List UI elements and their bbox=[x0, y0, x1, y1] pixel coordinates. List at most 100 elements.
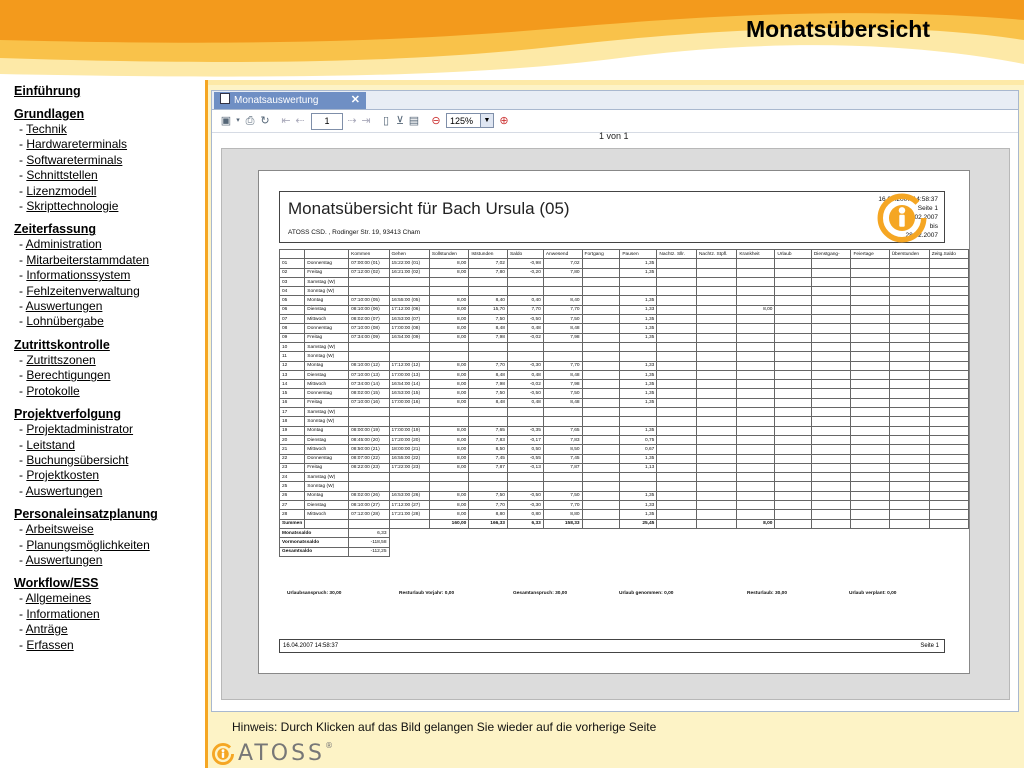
table-cell: 7,70 bbox=[542, 360, 583, 371]
nav-link-auswertungen[interactable]: Auswertungen bbox=[26, 553, 103, 567]
nav-section-personaleinsatzplanung[interactable]: Personaleinsatzplanung bbox=[14, 507, 204, 522]
nav-link-projektkosten[interactable]: Projektkosten bbox=[26, 468, 99, 482]
next-page-icon[interactable]: ⇢ bbox=[346, 115, 358, 127]
first-page-icon[interactable]: ⇤ bbox=[280, 115, 292, 127]
export-icon[interactable]: ⊻ bbox=[394, 115, 406, 127]
page-number-input[interactable]: 1 bbox=[311, 113, 343, 130]
sum-cell bbox=[656, 518, 697, 529]
table-cell bbox=[888, 397, 930, 409]
table-cell: Dienstag bbox=[304, 304, 350, 316]
nav-section-einfuehrung[interactable]: Einführung bbox=[14, 84, 204, 99]
nav-link-zutrittszonen[interactable]: Zutrittszonen bbox=[26, 353, 95, 367]
table-cell: 1,35 bbox=[619, 323, 658, 334]
table-cell bbox=[774, 314, 812, 325]
table-cell: 7,98 bbox=[468, 379, 508, 390]
nav-section-zeiterfassung[interactable]: Zeiterfassung bbox=[14, 222, 204, 237]
table-cell: 8,00 bbox=[736, 304, 776, 316]
nav-link-protokolle[interactable]: Protokolle bbox=[26, 384, 79, 398]
table-cell bbox=[888, 267, 930, 278]
footer-date: 16.04.2007 14:58:37 bbox=[283, 643, 339, 649]
zoom-select[interactable]: 125% ▼ bbox=[446, 113, 494, 128]
layout-icon[interactable]: ▤ bbox=[408, 115, 420, 127]
nav-link-schnittstellen[interactable]: Schnittstellen bbox=[26, 168, 97, 182]
nav-link-auswertungen[interactable]: Auswertungen bbox=[26, 299, 103, 313]
table-cell bbox=[774, 323, 812, 334]
nav-section-workflow-ess[interactable]: Workflow/ESS bbox=[14, 576, 204, 591]
save-icon[interactable]: ▣ bbox=[220, 115, 232, 127]
table-cell bbox=[810, 397, 852, 409]
table-cell: 8,48 bbox=[542, 369, 583, 381]
nav-link-allgemeines[interactable]: Allgemeines bbox=[26, 591, 91, 605]
table-cell bbox=[581, 295, 621, 306]
table-cell bbox=[810, 360, 852, 371]
table-cell: 1,35 bbox=[619, 332, 658, 343]
report-company: ATOSS CSD. , Rodinger Str. 19, 93413 Cha… bbox=[288, 229, 420, 236]
nav-link-informationssystem[interactable]: Informationssystem bbox=[26, 268, 130, 282]
nav-link-antraege[interactable]: Anträge bbox=[26, 622, 68, 636]
saldo-row: Vormonatssaldo -118,58 bbox=[278, 537, 969, 548]
table-cell bbox=[928, 360, 970, 371]
nav-item-auswertungen: - Auswertungen bbox=[14, 484, 204, 499]
table-cell: 16:53:00 (26) bbox=[388, 490, 430, 502]
print-icon[interactable]: ⎙ bbox=[244, 115, 256, 127]
table-cell bbox=[695, 323, 738, 334]
zoom-in-icon[interactable]: ⊕ bbox=[498, 115, 510, 127]
nav-link-skripttechnologie[interactable]: Skripttechnologie bbox=[26, 199, 118, 213]
table-cell: 15,70 bbox=[468, 304, 508, 316]
nav-link-fehlzeitenverwaltung[interactable]: Fehlzeitenverwaltung bbox=[26, 284, 139, 298]
table-cell bbox=[506, 286, 544, 297]
table-cell: -0,98 bbox=[506, 258, 544, 269]
refresh-icon[interactable]: ↻ bbox=[259, 115, 271, 127]
nav-link-planungsmoeglichkeiten[interactable]: Planungsmöglichkeiten bbox=[26, 538, 149, 552]
nav-link-projektadministrator[interactable]: Projektadministrator bbox=[26, 422, 133, 436]
nav-link-lizenzmodell[interactable]: Lizenzmodell bbox=[26, 184, 96, 198]
table-cell bbox=[888, 407, 930, 418]
report-title: Monatsübersicht für Bach Ursula (05) bbox=[288, 199, 570, 218]
table-cell bbox=[810, 425, 852, 436]
nav-section-projektverfolgung[interactable]: Projektverfolgung bbox=[14, 407, 204, 422]
nav-link-erfassen[interactable]: Erfassen bbox=[26, 638, 73, 652]
table-cell bbox=[850, 314, 890, 325]
table-cell bbox=[736, 509, 776, 520]
nav-section-zutrittskontrolle[interactable]: Zutrittskontrolle bbox=[14, 338, 204, 353]
nav-link-arbeitsweise[interactable]: Arbeitsweise bbox=[26, 522, 94, 536]
zoom-out-icon[interactable]: ⊖ bbox=[430, 115, 442, 127]
table-cell bbox=[774, 379, 812, 390]
nav-link-softwareterminals[interactable]: Softwareterminals bbox=[26, 153, 122, 167]
last-page-icon[interactable]: ⇥ bbox=[360, 115, 372, 127]
column-header: Feiertage bbox=[850, 248, 890, 260]
nav-link-mitarbeiterstammdaten[interactable]: Mitarbeiterstammdaten bbox=[26, 253, 149, 267]
chevron-down-icon[interactable]: ▾ bbox=[232, 115, 244, 127]
table-cell bbox=[581, 286, 621, 297]
nav-link-berechtigungen[interactable]: Berechtigungen bbox=[26, 368, 110, 382]
nav-link-auswertungen[interactable]: Auswertungen bbox=[26, 484, 103, 498]
sum-cell bbox=[774, 518, 812, 529]
nav-link-lohnuebergabe[interactable]: Lohnübergabe bbox=[26, 314, 103, 328]
table-cell bbox=[695, 425, 738, 436]
nav-link-administration[interactable]: Administration bbox=[26, 237, 102, 251]
table-row: 25 Sonntag (W) bbox=[278, 481, 970, 492]
table-cell bbox=[774, 276, 812, 288]
nav-link-leitstand[interactable]: Leitstand bbox=[26, 438, 75, 452]
table-cell bbox=[581, 481, 621, 492]
table-cell: 1,35 bbox=[619, 425, 658, 436]
nav-item-projektadministrator: - Projektadministrator bbox=[14, 422, 204, 437]
table-cell: 03 bbox=[278, 276, 306, 288]
table-row: 07 Mittwoch 08:02:00 (07) 16:53:00 (07) 8,00… bbox=[278, 314, 970, 325]
close-icon[interactable]: ✕ bbox=[351, 92, 360, 109]
nav-section-grundlagen[interactable]: Grundlagen bbox=[14, 107, 204, 122]
nav-link-buchungsuebersicht[interactable]: Buchungsübersicht bbox=[26, 453, 128, 467]
nav-link-hardwareterminals[interactable]: Hardwareterminals bbox=[26, 137, 127, 151]
page-view-icon[interactable]: ▯ bbox=[380, 115, 392, 127]
nav-link-technik[interactable]: Technik bbox=[26, 122, 67, 136]
table-cell: 17:00:00 (08) bbox=[388, 323, 430, 334]
table-cell: Freitag bbox=[304, 267, 350, 278]
viewer-tabstrip: Monatsauswertung ausführlich ✕ bbox=[212, 91, 1018, 123]
nav-link-informationen[interactable]: Informationen bbox=[26, 607, 99, 621]
previous-page-icon[interactable]: ⇠ bbox=[294, 115, 306, 127]
table-cell bbox=[888, 499, 930, 511]
table-cell: 18:00:00 (21) bbox=[388, 444, 430, 455]
table-cell bbox=[581, 369, 621, 381]
nav-item-allgemeines: - Allgemeines bbox=[14, 591, 204, 606]
tab-monatsauswertung[interactable]: Monatsauswertung ausführlich ✕ bbox=[214, 92, 366, 123]
